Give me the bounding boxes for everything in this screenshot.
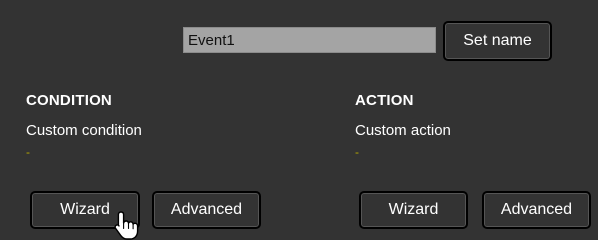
action-advanced-button[interactable]: Advanced (482, 191, 591, 229)
event-editor-panel: Set name CONDITION Custom condition - AC… (0, 0, 598, 240)
event-name-input[interactable] (183, 27, 436, 53)
condition-heading: CONDITION (26, 92, 112, 109)
condition-value: - (26, 145, 30, 159)
condition-description: Custom condition (26, 122, 142, 139)
action-heading: ACTION (355, 92, 414, 109)
action-value: - (355, 145, 359, 159)
set-name-button[interactable]: Set name (443, 21, 552, 61)
action-description: Custom action (355, 122, 451, 139)
action-wizard-button[interactable]: Wizard (359, 191, 468, 229)
condition-advanced-button[interactable]: Advanced (152, 191, 261, 229)
hand-pointer-icon (114, 211, 139, 240)
